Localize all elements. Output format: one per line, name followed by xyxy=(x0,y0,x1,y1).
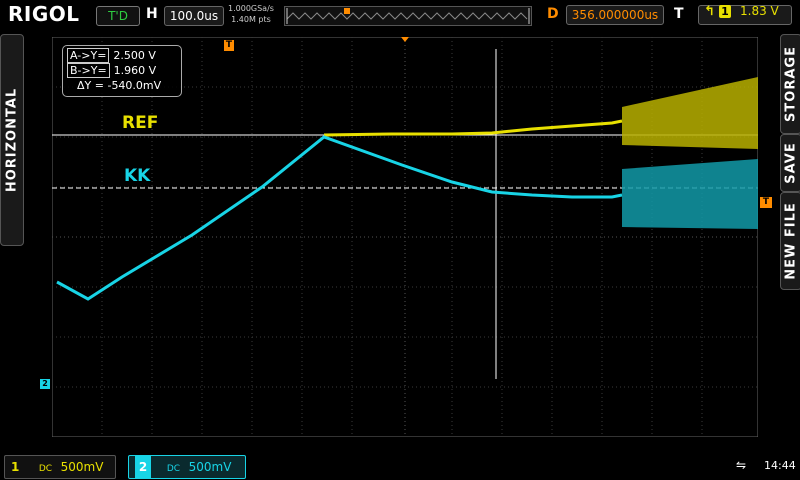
trigger-level-marker[interactable]: T xyxy=(760,197,772,208)
memory-waveform-overview xyxy=(286,8,530,24)
trigger-source: 1 xyxy=(719,5,731,18)
cursor-delta-value: -540.0mV xyxy=(107,79,162,92)
ch1-settings[interactable]: 1 DC 500mV xyxy=(4,455,116,479)
trigger-label: T xyxy=(674,6,684,22)
ref-label: REF xyxy=(122,113,159,133)
ch2-noise-band xyxy=(622,159,758,229)
ch2-scale: 500mV xyxy=(188,460,232,474)
menu-save-label: SAVE xyxy=(783,142,799,184)
usb-icon: ⇋ xyxy=(736,458,747,472)
ch2-number: 2 xyxy=(135,456,151,478)
menu-save[interactable]: SAVE xyxy=(780,134,800,192)
cursor-readout: A->Y= 2.500 V B->Y= 1.960 V ΔY = -540.0mV xyxy=(62,45,182,97)
waveform-display[interactable] xyxy=(52,37,758,437)
memory-trigger-marker xyxy=(344,8,350,14)
timebase-label: H xyxy=(146,6,158,22)
ch2-offset-marker[interactable]: 2 xyxy=(40,379,50,389)
trigger-level: 1.83 V xyxy=(740,4,779,18)
menu-new-file[interactable]: NEW FILE xyxy=(780,192,800,290)
ch1-scale: 500mV xyxy=(60,460,104,474)
menu-new-file-label: NEW FILE xyxy=(783,202,799,280)
menu-storage[interactable]: STORAGE xyxy=(780,34,800,134)
ch2-coupling: DC xyxy=(166,464,181,474)
ch1-coupling: DC xyxy=(38,464,53,474)
cursor-delta-row: ΔY = -540.0mV xyxy=(77,79,161,93)
delay-label: D xyxy=(547,6,559,22)
tab-horizontal[interactable]: HORIZONTAL xyxy=(0,34,24,246)
trigger-marker-icon[interactable]: T xyxy=(224,40,234,51)
tab-horizontal-label: HORIZONTAL xyxy=(4,87,20,193)
trigger-slope-icon: ↰ xyxy=(704,4,715,19)
sample-rate: 1.000GSa/s xyxy=(228,4,274,13)
run-status[interactable]: T'D xyxy=(96,6,140,26)
cursor-a-value: 2.500 V xyxy=(113,49,156,62)
sample-info: 1.000GSa/s 1.40M pts xyxy=(228,3,274,25)
cursor-b-row: B->Y= 1.960 V xyxy=(67,63,157,78)
cursor-b-value: 1.960 V xyxy=(113,64,157,77)
ch2-settings[interactable]: 2 DC 500mV xyxy=(128,455,246,479)
bottom-status-bar xyxy=(0,450,800,480)
cursor-a-row: A->Y= 2.500 V xyxy=(67,48,156,63)
cursor-delta-tag: ΔY = xyxy=(77,79,104,92)
kk-label: KK xyxy=(124,166,151,186)
brand-logo: RIGOL xyxy=(8,2,80,26)
memory-depth: 1.40M pts xyxy=(231,15,271,24)
cursor-b-tag: B->Y= xyxy=(67,63,110,78)
delay-value[interactable]: 356.000000us xyxy=(566,5,664,25)
memory-overview-bar xyxy=(284,6,532,26)
clock-time: 14:44 xyxy=(764,459,796,472)
ch1-number: 1 xyxy=(11,460,20,474)
timebase-value[interactable]: 100.0us xyxy=(164,6,224,26)
cursor-a-tag: A->Y= xyxy=(67,48,110,63)
menu-storage-label: STORAGE xyxy=(783,46,799,122)
